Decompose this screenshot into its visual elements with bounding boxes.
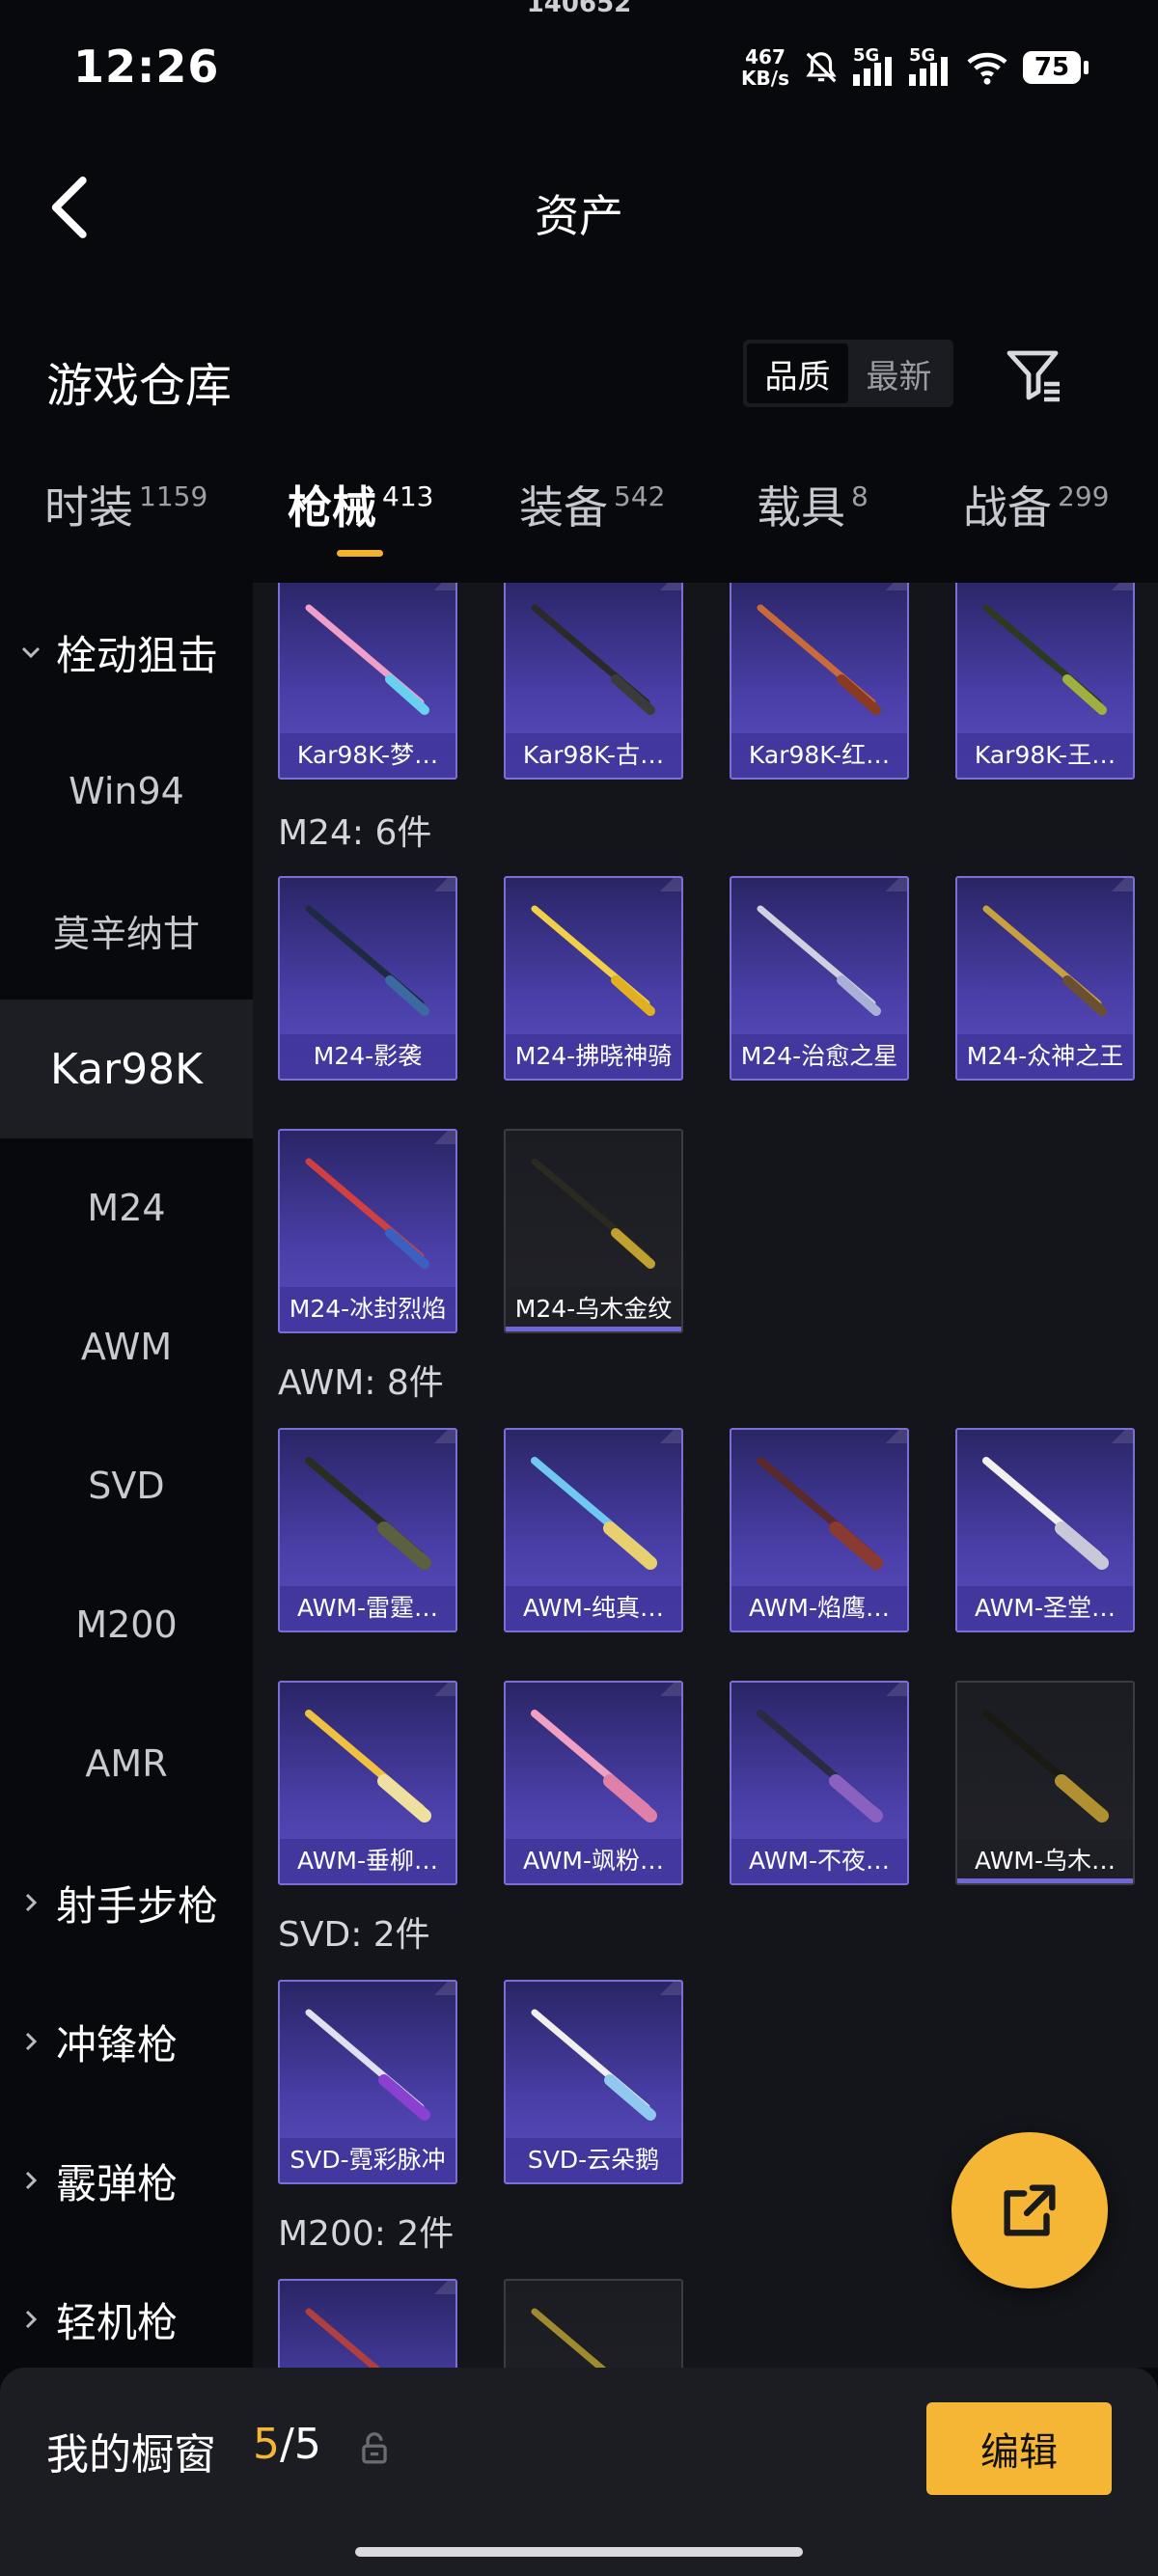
section-label-svd: SVD: 2件 — [278, 1915, 430, 1955]
sidebar-item-mosin[interactable]: 莫辛纳甘 — [0, 861, 253, 1000]
weapon-sidebar: 栓动狙击 Win94 莫辛纳甘 Kar98K M24 AWM SVD M200 … — [0, 583, 253, 2368]
warehouse-title: 游戏仓库 — [46, 359, 233, 413]
status-time: 12:26 — [73, 41, 220, 93]
share-button[interactable] — [951, 2132, 1108, 2288]
rifle-icon — [982, 1457, 1109, 1570]
sidebar-item-amr[interactable]: AMR — [0, 1694, 253, 1833]
skin-card[interactable]: AWM-雷霆… — [278, 1428, 457, 1632]
status-icons: 467 KB/s 5G 5G 75 — [741, 39, 1089, 96]
skin-card[interactable]: M24-众神之王 — [955, 876, 1135, 1081]
chevron-right-icon — [25, 1893, 38, 1912]
sidebar-item-shotgun[interactable]: 霰弹枪 — [0, 2111, 253, 2250]
skin-card[interactable]: AWM-圣堂… — [955, 1428, 1135, 1632]
sidebar-item-svd[interactable]: SVD — [0, 1416, 253, 1555]
rifle-icon — [305, 1457, 431, 1570]
skin-card[interactable]: AWM-垂柳… — [278, 1681, 457, 1885]
sidebar-item-kar98k[interactable]: Kar98K — [0, 1000, 253, 1138]
chevron-right-icon — [25, 2032, 38, 2051]
sidebar-item-smg[interactable]: 冲锋枪 — [0, 1972, 253, 2111]
sidebar-item-bolt-action[interactable]: 栓动狙击 — [0, 583, 253, 722]
rifle-icon — [531, 1457, 657, 1570]
tab-fashion[interactable]: 时装 1159 — [44, 473, 207, 536]
chevron-right-icon — [25, 2310, 38, 2329]
tab-equipment[interactable]: 装备 542 — [519, 473, 665, 536]
rifle-icon — [531, 604, 655, 715]
wifi-icon — [967, 52, 1007, 85]
rifle-icon — [531, 905, 655, 1016]
rifle-icon — [757, 905, 881, 1016]
sort-quality[interactable]: 品质 — [747, 343, 848, 403]
lock-icon — [362, 2432, 387, 2464]
tab-guns[interactable]: 枪械 413 — [288, 473, 433, 536]
skin-card[interactable]: M24-治愈之星 — [730, 876, 909, 1081]
mute-bell-icon — [806, 52, 837, 83]
section-label-awm: AWM: 8件 — [278, 1363, 444, 1403]
tab-vehicles[interactable]: 载具 8 — [757, 473, 868, 536]
rifle-icon — [531, 2308, 607, 2368]
signal-icon-1: 5G — [853, 45, 896, 86]
sort-toggle: 品质 最新 — [743, 340, 953, 407]
sidebar-item-win94[interactable]: Win94 — [0, 722, 253, 861]
skin-card[interactable]: M24-影袭 — [278, 876, 457, 1081]
skin-card[interactable] — [504, 2279, 683, 2368]
rifle-icon — [531, 2009, 656, 2121]
skin-card[interactable]: M24-冰封烈焰 — [278, 1129, 457, 1333]
battery-icon: 75 — [1023, 51, 1089, 84]
rifle-icon — [305, 2009, 430, 2121]
tab-supplies[interactable]: 战备 299 — [963, 473, 1109, 536]
rifle-icon — [531, 1710, 657, 1822]
external-link-icon — [1004, 2184, 1056, 2236]
rifle-icon — [305, 2308, 381, 2368]
section-label-m24: M24: 6件 — [278, 813, 432, 853]
skin-card[interactable] — [278, 2279, 457, 2368]
skin-card[interactable]: Kar98K-红… — [730, 583, 909, 780]
page-title: 资产 — [535, 190, 623, 242]
rifle-icon — [757, 1710, 883, 1822]
showcase-title: 我的橱窗 — [46, 2430, 216, 2480]
sidebar-item-m200[interactable]: M200 — [0, 1555, 253, 1694]
category-tabs: 时装 1159 枪械 413 装备 542 载具 8 战备 299 — [0, 473, 1158, 569]
rifle-icon — [305, 1710, 431, 1822]
skin-card[interactable]: AWM-不夜… — [730, 1681, 909, 1885]
status-top-number: 140652 — [526, 0, 632, 18]
rifle-icon — [982, 1710, 1109, 1822]
skin-card[interactable]: SVD-云朵鹅 — [504, 1980, 683, 2184]
rifle-icon — [305, 1158, 429, 1269]
home-indicator[interactable] — [355, 2547, 803, 2557]
skin-card[interactable]: AWM-纯真… — [504, 1428, 683, 1632]
rifle-icon — [982, 905, 1107, 1016]
rifle-icon — [757, 604, 881, 715]
skin-card[interactable]: SVD-霓彩脉冲 — [278, 1980, 457, 2184]
signal-icon-2: 5G — [909, 45, 951, 86]
skin-card[interactable]: Kar98K-梦… — [278, 583, 457, 780]
skin-card[interactable]: AWM-飒粉… — [504, 1681, 683, 1885]
skin-card[interactable]: Kar98K-王… — [955, 583, 1135, 780]
sidebar-item-marksman[interactable]: 射手步枪 — [0, 1833, 253, 1972]
weapon-grid: Kar98K-梦… Kar98K-古… Kar98K-红… Kar98K-王… … — [253, 583, 1158, 2368]
sidebar-item-awm[interactable]: AWM — [0, 1277, 253, 1416]
edit-showcase-button[interactable]: 编辑 — [926, 2402, 1112, 2495]
filter-icon[interactable] — [1004, 343, 1065, 405]
showcase-count: 5/5 — [253, 2420, 321, 2469]
rifle-icon — [305, 905, 429, 1016]
skin-card[interactable]: AWM-乌木… — [955, 1681, 1135, 1885]
active-tab-indicator — [337, 550, 383, 557]
rifle-icon — [531, 1158, 655, 1269]
net-speed: 467 KB/s — [741, 45, 789, 90]
chevron-down-icon — [21, 646, 41, 659]
rifle-icon — [982, 604, 1107, 715]
skin-card[interactable]: M24-乌木金纹 — [504, 1129, 683, 1333]
rifle-icon — [305, 604, 429, 715]
rifle-icon — [757, 1457, 883, 1570]
sidebar-item-m24[interactable]: M24 — [0, 1138, 253, 1277]
sort-newest[interactable]: 最新 — [848, 343, 950, 403]
skin-card[interactable]: M24-拂晓神骑 — [504, 876, 683, 1081]
section-label-m200: M200: 2件 — [278, 2214, 455, 2254]
chevron-right-icon — [25, 2171, 38, 2190]
skin-card[interactable]: Kar98K-古… — [504, 583, 683, 780]
skin-card[interactable]: AWM-焰鹰… — [730, 1428, 909, 1632]
